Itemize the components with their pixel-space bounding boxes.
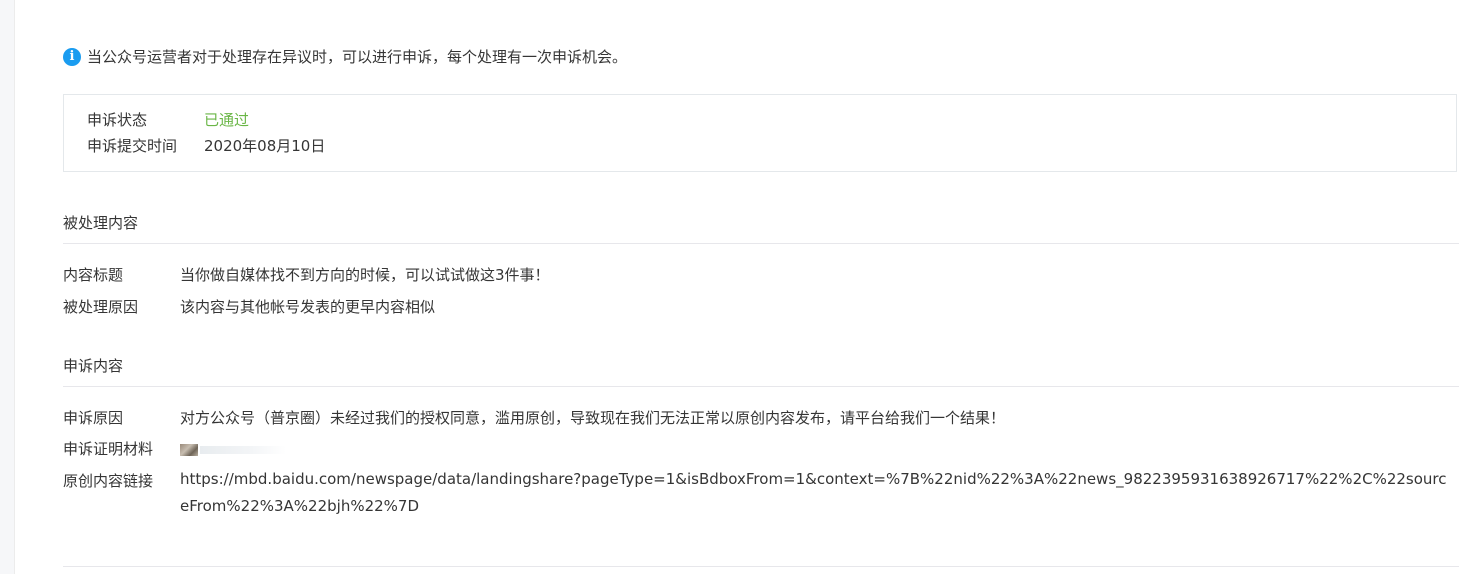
evidence-label: 申诉证明材料 [63, 440, 154, 458]
appeal-content-title: 申诉内容 [63, 356, 1459, 387]
content-title-row: 内容标题 当你做自媒体找不到方向的时候，可以试试做这3件事！ [63, 264, 550, 285]
appeal-reason-row: 申诉原因 对方公众号（普京圈）未经过我们的授权同意，滥用原创，导致现在我们无法正… [63, 407, 1005, 428]
evidence-thumbnail[interactable] [180, 440, 286, 459]
original-link-value[interactable]: https://mbd.baidu.com/newspage/data/land… [180, 466, 1450, 520]
appeal-time-label: 申诉提交时间 [87, 137, 178, 155]
original-link-row: 原创内容链接 https://mbd.baidu.com/newspage/da… [63, 470, 1450, 520]
info-icon: i [63, 47, 81, 66]
appeal-status-box: 申诉状态 已通过 申诉提交时间 2020年08月10日 [63, 94, 1457, 172]
processed-reason-row: 被处理原因 该内容与其他帐号发表的更早内容相似 [63, 296, 435, 317]
appeal-state-value: 已通过 [204, 111, 250, 129]
evidence-image[interactable] [180, 443, 198, 456]
appeal-state-label: 申诉状态 [87, 111, 148, 129]
content-title-value: 当你做自媒体找不到方向的时候，可以试试做这3件事！ [180, 266, 550, 284]
divider [63, 566, 1459, 567]
appeal-time-row: 申诉提交时间 2020年08月10日 [87, 135, 325, 156]
evidence-image-caption [200, 445, 286, 454]
appeal-notice: i 当公众号运营者对于处理存在异议时，可以进行申诉，每个处理有一次申诉机会。 [63, 46, 627, 67]
processed-reason-value: 该内容与其他帐号发表的更早内容相似 [180, 298, 436, 316]
appeal-time-value: 2020年08月10日 [204, 137, 326, 155]
notice-text: 当公众号运营者对于处理存在异议时，可以进行申诉，每个处理有一次申诉机会。 [87, 48, 628, 66]
processed-content-title: 被处理内容 [63, 213, 1459, 244]
processed-reason-label: 被处理原因 [63, 298, 139, 316]
appeal-state-row: 申诉状态 已通过 [87, 109, 249, 130]
content-title-label: 内容标题 [63, 266, 124, 284]
appeal-reason-label: 申诉原因 [63, 409, 124, 427]
appeal-reason-value: 对方公众号（普京圈）未经过我们的授权同意，滥用原创，导致现在我们无法正常以原创内… [180, 409, 1006, 427]
original-link-label: 原创内容链接 [63, 472, 154, 490]
left-sidebar-edge [0, 0, 15, 574]
evidence-row: 申诉证明材料 [63, 438, 286, 459]
